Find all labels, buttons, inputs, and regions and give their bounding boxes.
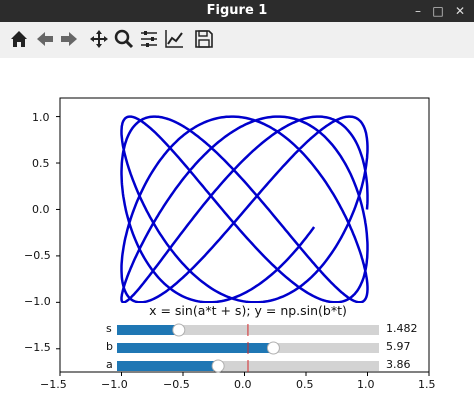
slider-b-label: b xyxy=(106,340,113,353)
zoom-icon[interactable] xyxy=(113,28,135,50)
figure-canvas[interactable]: −1.5 −1.0 −0.5 0.0 0.5 1.0 1.5 1.0 0.5 0… xyxy=(0,58,474,410)
back-icon[interactable] xyxy=(34,28,56,50)
maximize-button[interactable]: □ xyxy=(428,0,448,22)
home-icon[interactable] xyxy=(8,28,30,50)
minimize-button[interactable]: – xyxy=(408,0,428,22)
slider-title: x = sin(a*t + s); y = np.sin(b*t) xyxy=(117,303,379,318)
pan-icon[interactable] xyxy=(88,28,110,50)
slider-s-handle[interactable] xyxy=(172,323,186,337)
y-tick-label: −1.5 xyxy=(24,341,51,354)
slider-a-value: 3.86 xyxy=(386,358,411,371)
y-tick-label: 0.5 xyxy=(32,157,50,170)
slider-b-fill xyxy=(117,343,274,353)
slider-b-handle[interactable] xyxy=(266,341,280,355)
forward-icon[interactable] xyxy=(58,28,80,50)
window-title: Figure 1 xyxy=(206,3,268,18)
y-tick-label: −0.5 xyxy=(24,249,51,262)
x-tick-label: −0.5 xyxy=(163,378,190,391)
navigation-toolbar xyxy=(0,22,474,59)
axis-ticks xyxy=(56,116,430,376)
slider-a-handle[interactable] xyxy=(211,359,225,373)
save-icon[interactable] xyxy=(193,28,215,50)
x-tick-label: 0.5 xyxy=(296,378,314,391)
slider-s-fill xyxy=(117,325,179,335)
subplots-icon[interactable] xyxy=(138,28,160,50)
slider-b-value: 5.97 xyxy=(386,340,411,353)
slider-a-fill xyxy=(117,361,219,371)
y-tick-label: −1.0 xyxy=(24,295,51,308)
slider-panel xyxy=(117,323,379,373)
slider-s-label: s xyxy=(106,322,112,335)
y-tick-label: 1.0 xyxy=(32,111,50,124)
x-tick-label: −1.5 xyxy=(40,378,67,391)
x-tick-label: 1.5 xyxy=(418,378,436,391)
slider-s-value: 1.482 xyxy=(386,322,418,335)
close-button[interactable]: ✕ xyxy=(450,0,470,22)
y-tick-label: 0.0 xyxy=(32,203,50,216)
lissajous-curve xyxy=(120,115,369,304)
edit-axes-icon[interactable] xyxy=(163,28,185,50)
x-tick-label: 0.0 xyxy=(234,378,252,391)
window-titlebar: Figure 1 – □ ✕ xyxy=(0,0,474,22)
slider-a-label: a xyxy=(106,358,113,371)
x-tick-label: 1.0 xyxy=(357,378,375,391)
x-tick-label: −1.0 xyxy=(101,378,128,391)
